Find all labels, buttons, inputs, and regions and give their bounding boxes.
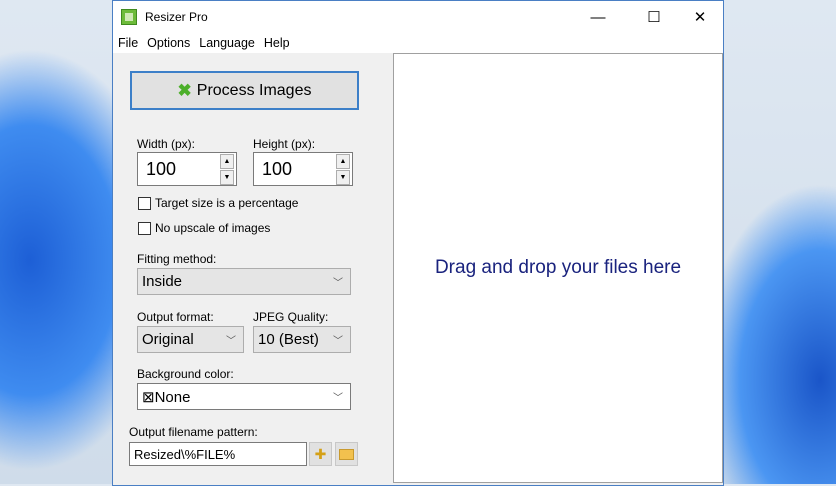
height-value: 100 <box>262 159 293 179</box>
window-title: Resizer Pro <box>145 10 208 24</box>
title-bar: Resizer Pro — ☐ ✕ <box>113 1 723 33</box>
background-label: Background color: <box>137 367 234 381</box>
fitting-select[interactable]: Inside ﹀ <box>137 268 351 295</box>
background-select[interactable]: ⊠None ﹀ <box>137 383 351 410</box>
background-value: None <box>154 388 191 406</box>
height-down-button[interactable]: ▼ <box>336 170 350 185</box>
percentage-label: Target size is a percentage <box>155 196 299 210</box>
chevron-down-icon: ﹀ <box>333 278 343 289</box>
format-label: Output format: <box>137 310 214 324</box>
width-down-button[interactable]: ▼ <box>220 170 234 185</box>
maximize-button[interactable]: ☐ <box>631 1 677 33</box>
no-upscale-label: No upscale of images <box>155 221 271 235</box>
width-up-button[interactable]: ▲ <box>220 154 234 169</box>
menu-help[interactable]: Help <box>264 36 290 50</box>
no-color-icon: ⊠ <box>142 388 155 406</box>
pattern-input[interactable]: Resized\%FILE% <box>129 442 307 466</box>
settings-panel: ✖ Process Images Width (px): 100 ▲ ▼ Heig… <box>113 53 393 485</box>
menu-language[interactable]: Language <box>199 36 255 50</box>
width-value: 100 <box>146 159 177 179</box>
quality-select[interactable]: 10 (Best) ﹀ <box>253 326 351 353</box>
drop-zone-text: Drag and drop your files here <box>434 257 682 278</box>
process-images-button[interactable]: ✖ Process Images <box>130 71 359 110</box>
chevron-down-icon: ﹀ <box>333 393 343 404</box>
format-value: Original <box>142 331 194 348</box>
percentage-checkbox[interactable]: Target size is a percentage <box>138 196 298 210</box>
puzzle-add-icon: ✚ <box>314 445 327 462</box>
chevron-down-icon: ﹀ <box>226 336 236 347</box>
close-button[interactable]: ✕ <box>677 1 723 33</box>
menu-bar: File Options Language Help <box>113 33 723 53</box>
fitting-label: Fitting method: <box>137 252 217 266</box>
width-input[interactable]: 100 ▲ ▼ <box>137 152 237 186</box>
folder-icon <box>339 448 354 460</box>
pattern-label: Output filename pattern: <box>129 425 258 439</box>
chevron-down-icon: ﹀ <box>333 336 343 347</box>
fitting-value: Inside <box>142 273 183 290</box>
menu-options[interactable]: Options <box>147 36 190 50</box>
format-select[interactable]: Original ﹀ <box>137 326 244 353</box>
process-icon: ✖ <box>177 80 192 100</box>
height-input[interactable]: 100 ▲ ▼ <box>253 152 353 186</box>
quality-value: 10 (Best) <box>258 331 319 348</box>
browse-folder-button[interactable] <box>335 442 358 466</box>
menu-file[interactable]: File <box>118 36 138 50</box>
width-label: Width (px): <box>137 137 196 151</box>
height-label: Height (px): <box>253 137 316 151</box>
process-images-label: Process Images <box>196 81 312 99</box>
height-up-button[interactable]: ▲ <box>336 154 350 169</box>
quality-label: JPEG Quality: <box>253 310 329 324</box>
add-token-button[interactable]: ✚ <box>309 442 332 466</box>
resizer-pro-window: Resizer Pro — ☐ ✕ File Options Language … <box>112 0 724 486</box>
app-icon <box>121 9 137 25</box>
no-upscale-checkbox[interactable]: No upscale of images <box>138 221 270 235</box>
drop-zone[interactable]: Drag and drop your files here <box>393 53 723 483</box>
minimize-button[interactable]: — <box>575 1 621 33</box>
